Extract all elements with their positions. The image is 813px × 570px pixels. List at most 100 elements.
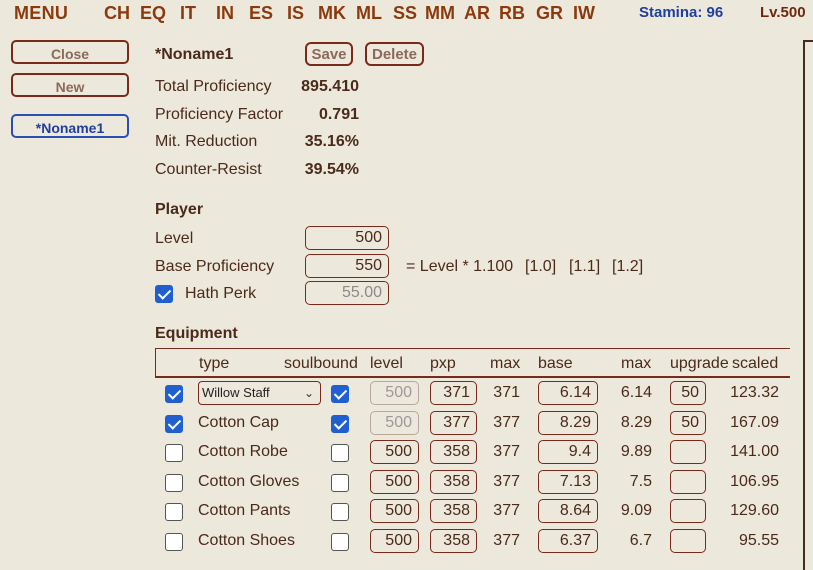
- equip-level-input[interactable]: 500: [370, 499, 419, 523]
- equip-type-value: Willow Staff: [202, 385, 270, 400]
- equip-pxp-input[interactable]: 358: [430, 470, 477, 494]
- equip-max-base: 6.7: [629, 532, 652, 549]
- equip-type: Cotton Pants: [198, 502, 291, 519]
- equip-enable-checkbox[interactable]: [165, 474, 183, 492]
- equip-enable-checkbox[interactable]: [165, 415, 183, 433]
- nav-item-is[interactable]: IS: [287, 3, 304, 24]
- col-soulbound: soulbound: [284, 355, 358, 372]
- equip-base-input[interactable]: 6.14: [538, 381, 598, 405]
- save-button[interactable]: Save: [305, 42, 353, 66]
- panel-border-cap: [803, 40, 813, 42]
- equip-upgrade-input[interactable]: 50: [670, 381, 706, 405]
- soulbound-checkbox[interactable]: [331, 503, 349, 521]
- nav-item-ch[interactable]: CH: [104, 3, 130, 24]
- nav-item-eq[interactable]: EQ: [140, 3, 166, 24]
- delete-button[interactable]: Delete: [365, 42, 424, 66]
- equip-enable-checkbox[interactable]: [165, 533, 183, 551]
- equip-pxp-input[interactable]: 358: [430, 440, 477, 464]
- base-proficiency-formula: = Level * 1.100: [406, 258, 514, 275]
- menu-link[interactable]: MENU: [14, 3, 68, 24]
- col-max: max: [490, 355, 521, 372]
- level-input[interactable]: 500: [305, 226, 389, 250]
- nav-item-gr[interactable]: GR: [536, 3, 563, 24]
- equip-upgrade-input[interactable]: [670, 529, 706, 553]
- build-name: *Noname1: [155, 46, 234, 63]
- stat-label-proficiency-factor: Proficiency Factor: [155, 106, 284, 123]
- equip-base-input[interactable]: 6.37: [538, 529, 598, 553]
- nav-item-it[interactable]: IT: [180, 3, 196, 24]
- equip-enable-checkbox[interactable]: [165, 444, 183, 462]
- soulbound-checkbox[interactable]: [331, 474, 349, 492]
- player-level-indicator: Lv.500: [760, 4, 806, 21]
- nav-item-in[interactable]: IN: [216, 3, 234, 24]
- equip-level-input[interactable]: 500: [370, 529, 419, 553]
- equip-base-input[interactable]: 8.64: [538, 499, 598, 523]
- soulbound-checkbox[interactable]: [331, 444, 349, 462]
- panel-border: [803, 40, 805, 570]
- multiplier-1-0[interactable]: [1.0]: [525, 258, 556, 276]
- equip-upgrade-input[interactable]: 50: [670, 411, 706, 435]
- col-max-base: max: [621, 355, 652, 372]
- equip-type: Cotton Robe: [198, 443, 288, 460]
- equip-level-input[interactable]: 500: [370, 470, 419, 494]
- equip-scaled-value: 141.00: [730, 443, 779, 460]
- equip-enable-checkbox[interactable]: [165, 503, 183, 521]
- equip-pxp-input[interactable]: 358: [430, 499, 477, 523]
- equip-base-input[interactable]: 8.29: [538, 411, 598, 435]
- equip-level-input[interactable]: 500: [370, 440, 419, 464]
- equip-scaled-value: 123.32: [730, 384, 779, 401]
- multiplier-1-1[interactable]: [1.1]: [569, 258, 600, 276]
- equip-scaled-value: 129.60: [730, 502, 779, 519]
- equip-max-pxp: 371: [493, 384, 520, 401]
- nav-item-rb[interactable]: RB: [499, 3, 525, 24]
- nav-item-iw[interactable]: IW: [573, 3, 595, 24]
- top-nav: MENU CH EQ IT IN ES IS MK ML SS MM AR RB…: [0, 0, 813, 28]
- equip-level-input[interactable]: 500: [370, 381, 419, 405]
- col-base: base: [538, 355, 573, 372]
- equip-max-base: 9.89: [620, 443, 652, 460]
- equip-upgrade-input[interactable]: [670, 440, 706, 464]
- base-proficiency-label: Base Proficiency: [155, 258, 275, 275]
- equip-type: Cotton Gloves: [198, 473, 300, 490]
- nav-item-mm[interactable]: MM: [425, 3, 455, 24]
- equip-base-input[interactable]: 9.4: [538, 440, 598, 464]
- hath-perk-checkbox[interactable]: [155, 285, 173, 303]
- build-item-noname1[interactable]: *Noname1: [11, 114, 129, 138]
- equip-upgrade-input[interactable]: [670, 499, 706, 523]
- equipment-heading: Equipment: [155, 325, 238, 342]
- equip-enable-checkbox[interactable]: [165, 385, 183, 403]
- equip-max-base: 6.14: [620, 384, 652, 401]
- equip-pxp-input[interactable]: 377: [430, 411, 477, 435]
- nav-item-ml[interactable]: ML: [356, 3, 382, 24]
- nav-item-ar[interactable]: AR: [464, 3, 490, 24]
- base-proficiency-input[interactable]: 550: [305, 254, 389, 278]
- stat-label-total-proficiency: Total Proficiency: [155, 78, 272, 95]
- equip-level-input[interactable]: 500: [370, 411, 419, 435]
- equip-type-select[interactable]: Willow Staff ⌄: [198, 381, 321, 405]
- stat-value-mit-reduction: 35.16%: [304, 133, 359, 150]
- equip-upgrade-input[interactable]: [670, 470, 706, 494]
- close-button[interactable]: Close: [11, 40, 129, 64]
- nav-item-es[interactable]: ES: [249, 3, 273, 24]
- chevron-down-icon: ⌄: [303, 386, 314, 400]
- soulbound-checkbox[interactable]: [331, 533, 349, 551]
- soulbound-checkbox[interactable]: [331, 385, 349, 403]
- equip-max-pxp: 377: [493, 473, 520, 490]
- stat-label-counter-resist: Counter-Resist: [155, 161, 262, 178]
- col-scaled: scaled: [732, 355, 779, 372]
- soulbound-checkbox[interactable]: [331, 415, 349, 433]
- equip-base-input[interactable]: 7.13: [538, 470, 598, 494]
- new-button[interactable]: New: [11, 73, 129, 97]
- nav-item-mk[interactable]: MK: [318, 3, 346, 24]
- equip-max-pxp: 377: [493, 443, 520, 460]
- equip-max-pxp: 377: [493, 502, 520, 519]
- multiplier-1-2[interactable]: [1.2]: [612, 258, 643, 276]
- stat-value-counter-resist: 39.54%: [304, 161, 359, 178]
- equip-pxp-input[interactable]: 371: [430, 381, 477, 405]
- equip-scaled-value: 95.55: [738, 532, 779, 549]
- nav-item-ss[interactable]: SS: [393, 3, 417, 24]
- col-level: level: [370, 355, 403, 372]
- equip-max-base: 7.5: [629, 473, 652, 490]
- stat-value-proficiency-factor: 0.791: [318, 106, 359, 123]
- equip-pxp-input[interactable]: 358: [430, 529, 477, 553]
